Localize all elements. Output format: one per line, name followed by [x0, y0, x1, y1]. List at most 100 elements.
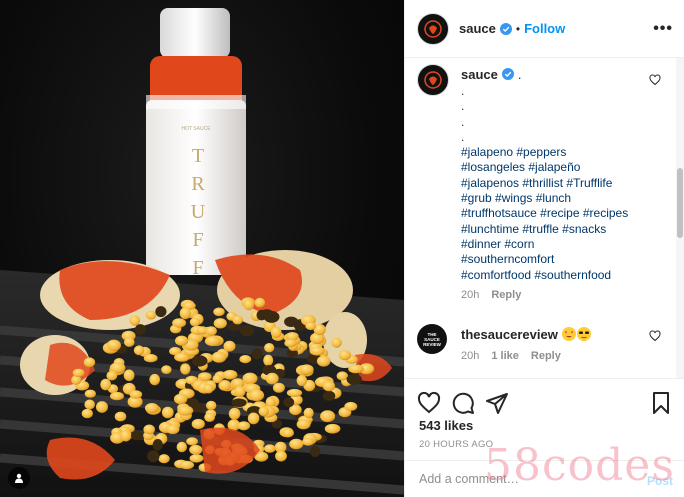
- corn-kernel: [243, 299, 255, 311]
- corn-kernel: [123, 369, 135, 382]
- hashtag-line[interactable]: #southerncomfort: [461, 252, 661, 267]
- comments-scrollbar[interactable]: [676, 58, 684, 378]
- corn-kernel: [191, 403, 207, 413]
- likes-count[interactable]: 543 likes: [419, 418, 473, 433]
- comments-list[interactable]: sauce . . . . . #jalapeno #peppers #losa…: [405, 58, 684, 378]
- corn-kernel: [254, 297, 266, 308]
- corn-kernel: [179, 460, 195, 470]
- corn-kernel: [134, 324, 146, 335]
- comment-input[interactable]: [419, 472, 619, 486]
- comment-likes[interactable]: 1 like: [491, 350, 519, 362]
- corn-kernel: [155, 306, 167, 318]
- share-paper-plane-icon[interactable]: [485, 391, 509, 415]
- corn-kernel: [296, 419, 311, 430]
- hashtag-line[interactable]: #lunchtime #truffle #snacks: [461, 222, 661, 237]
- corn-kernel: [206, 400, 217, 411]
- corn-kernel: [240, 325, 255, 337]
- svg-text:R: R: [191, 173, 205, 195]
- corn-kernel: [144, 403, 159, 413]
- corn-kernel: [145, 310, 157, 320]
- corn-kernel: [231, 398, 247, 408]
- caption-meta: 20h Reply: [461, 289, 661, 301]
- caption-line: .: [461, 84, 465, 98]
- comment-bubble-icon[interactable]: [451, 391, 475, 415]
- corn-kernel: [189, 317, 201, 327]
- post-timestamp[interactable]: 20 HOURS AGO: [419, 439, 493, 450]
- corn-kernel: [110, 391, 124, 401]
- hashtag-line[interactable]: #truffhotsauce #recipe #recipes: [461, 206, 661, 221]
- post-comment-button[interactable]: Post: [647, 474, 673, 488]
- corn-kernel: [303, 407, 314, 419]
- corn-kernel: [191, 355, 208, 367]
- corn-kernel: [96, 401, 108, 413]
- caption-reply-button[interactable]: Reply: [491, 289, 521, 301]
- post-photo[interactable]: HOT SAUCE T R U F F: [0, 0, 404, 497]
- comment-body: thesaucereview 20h 1 like Reply: [461, 324, 661, 362]
- corn-kernel: [83, 357, 96, 368]
- corn-kernel: [176, 441, 187, 453]
- corn-kernel: [348, 364, 364, 374]
- corn-kernel: [149, 373, 160, 386]
- corn-kernel: [84, 399, 95, 410]
- corn-kernel: [179, 307, 191, 320]
- corn-kernel: [309, 346, 325, 356]
- corn-kernel: [204, 412, 216, 422]
- corn-kernel: [232, 315, 244, 325]
- corn-kernel: [338, 350, 352, 361]
- corn-kernel: [161, 365, 172, 374]
- corn-kernel: [258, 406, 270, 417]
- caption-avatar[interactable]: [417, 64, 449, 96]
- heart-eyes-emoji-icon: [561, 327, 576, 341]
- commenter-avatar[interactable]: THE SAUCE REVIEW: [417, 324, 447, 354]
- corn-kernel: [310, 445, 321, 458]
- corn-kernel: [272, 382, 285, 393]
- svg-text:HOT SAUCE: HOT SAUCE: [181, 126, 211, 132]
- corn-kernel: [186, 437, 199, 446]
- post-side-panel: sauce • Follow ••• sauce . . . . . #jala…: [404, 0, 684, 497]
- commenter-username[interactable]: thesaucereview: [461, 327, 558, 342]
- corn-kernel: [124, 337, 135, 347]
- hashtag-line[interactable]: #grub #wings #lunch: [461, 191, 661, 206]
- hashtag-line[interactable]: #losangeles #jalapeño: [461, 160, 661, 175]
- hashtag-line[interactable]: #comfortfood #southernfood: [461, 268, 661, 283]
- author-avatar[interactable]: [417, 12, 449, 45]
- verified-badge-icon: [499, 22, 512, 35]
- follow-button[interactable]: Follow: [524, 21, 565, 36]
- hashtag-line[interactable]: #dinner #corn: [461, 237, 661, 252]
- separator-dot: •: [515, 21, 521, 36]
- comment-time: 20h: [461, 350, 480, 362]
- caption-username[interactable]: sauce: [461, 67, 498, 82]
- sauce-logo-icon: [424, 71, 442, 89]
- corn-kernel: [344, 401, 358, 411]
- tagged-users-button[interactable]: [8, 467, 30, 489]
- corn-kernel: [222, 369, 238, 380]
- cool-face-emoji-icon: [576, 327, 591, 341]
- corn-kernel: [270, 326, 282, 339]
- corn-kernel: [289, 438, 304, 450]
- author-username[interactable]: sauce: [459, 21, 496, 36]
- corn-kernel: [275, 450, 287, 462]
- corn-kernel: [213, 318, 227, 329]
- corn-kernel: [302, 437, 315, 446]
- save-bookmark-icon[interactable]: [649, 391, 673, 415]
- corn-kernel: [100, 378, 112, 391]
- corn-kernel: [119, 429, 132, 442]
- hashtag-line[interactable]: #jalapeno #peppers: [461, 145, 661, 160]
- like-comment-heart-icon[interactable]: [649, 330, 661, 342]
- scrollbar-thumb[interactable]: [677, 168, 683, 238]
- photo-artwork: HOT SAUCE T R U F F: [0, 8, 404, 497]
- corn-kernel: [172, 318, 187, 328]
- hashtag-line[interactable]: #jalapenos #thrillist #Trufflife: [461, 176, 661, 191]
- more-options-button[interactable]: •••: [653, 20, 673, 38]
- corn-kernel: [166, 424, 180, 435]
- corn-kernel: [131, 431, 144, 441]
- corn-kernel: [284, 339, 297, 348]
- like-heart-icon[interactable]: [417, 391, 441, 415]
- caption-text: . . . . #jalapeno #peppers #losangeles #…: [461, 84, 661, 283]
- corn-kernel: [239, 355, 252, 364]
- commenter-avatar-text: THE SAUCE REVIEW: [423, 331, 441, 347]
- corn-kernel: [251, 348, 263, 360]
- comment-reply-button[interactable]: Reply: [531, 350, 561, 362]
- like-caption-heart-icon[interactable]: [649, 74, 661, 86]
- svg-text:F: F: [192, 257, 203, 279]
